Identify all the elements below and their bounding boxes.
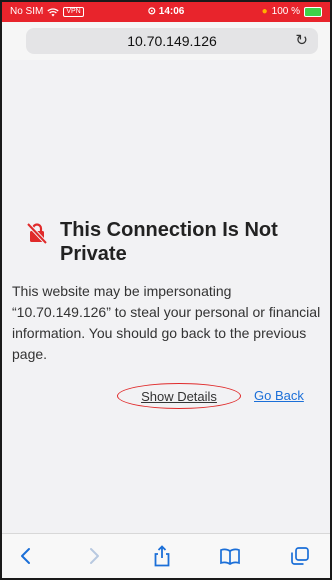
- show-details-link[interactable]: Show Details: [117, 383, 241, 409]
- warning-title: This Connection Is Not Private: [60, 219, 278, 265]
- go-back-link[interactable]: Go Back: [254, 383, 304, 409]
- back-button[interactable]: [14, 544, 38, 568]
- insecure-lock-icon: [26, 222, 48, 244]
- address-bar[interactable]: 10.70.149.126 ↻: [26, 28, 318, 54]
- share-icon: [154, 545, 170, 567]
- tabs-icon: [291, 547, 309, 565]
- warning-actions: Show Details Go Back: [2, 383, 330, 409]
- forward-icon: [90, 548, 99, 564]
- status-right: ● 100 %: [262, 2, 322, 22]
- tabs-button[interactable]: [288, 544, 312, 568]
- url-text: 10.70.149.126: [127, 33, 217, 49]
- orange-dot-icon: ●: [261, 6, 268, 17]
- alarm-icon: ⊙: [147, 6, 157, 17]
- bookmarks-button[interactable]: [218, 544, 242, 568]
- battery-percent: 100 %: [271, 6, 300, 17]
- forward-button[interactable]: [82, 544, 106, 568]
- back-icon: [21, 548, 30, 564]
- reload-icon[interactable]: ↻: [295, 28, 308, 54]
- time-label: 14:06: [158, 6, 185, 17]
- bottom-toolbar: [2, 533, 330, 578]
- warning-message: This website may be impersonating “10.70…: [12, 283, 321, 362]
- page-content: This Connection Is Not Private This webs…: [2, 60, 330, 534]
- status-bar: No SIM VPN ⊙ 14:06 ● 100 %: [2, 2, 330, 22]
- share-button[interactable]: [150, 544, 174, 568]
- bookmarks-icon: [220, 548, 240, 565]
- browser-frame: No SIM VPN ⊙ 14:06 ● 100 % 10.70.149.126…: [0, 0, 332, 580]
- battery-icon: [304, 7, 322, 17]
- address-bar-area: 10.70.149.126 ↻: [2, 22, 330, 60]
